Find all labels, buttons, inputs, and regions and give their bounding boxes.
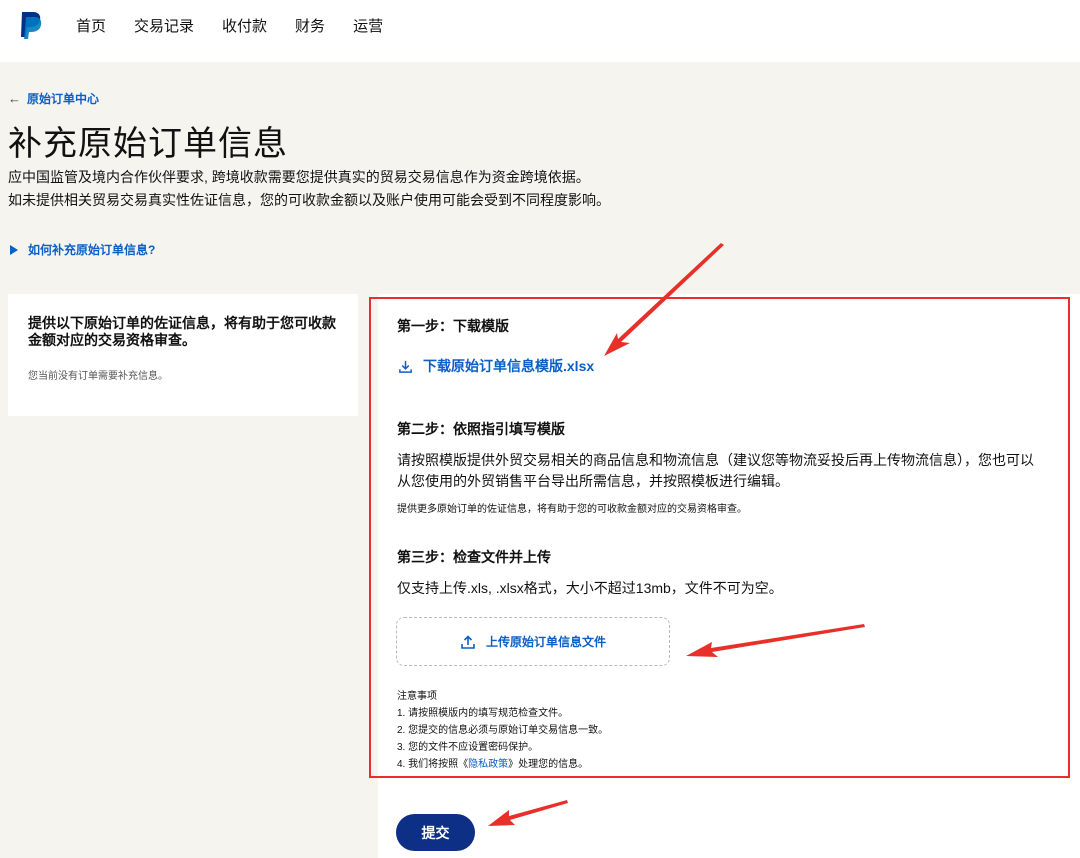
nav-item-operations[interactable]: 运营 [353,15,383,36]
main-nav: 首页 交易记录 收付款 财务 运营 [76,15,383,36]
annotation-highlight-box [369,297,1070,778]
triangle-right-icon [10,244,18,255]
info-card-heading: 提供以下原始订单的佐证信息，将有助于您可收款金额对应的交易资格审查。 [28,315,336,348]
page-title: 补充原始订单信息 [8,125,288,163]
info-card-status: 您当前没有订单需要补充信息。 [28,371,168,382]
nav-item-home[interactable]: 首页 [76,15,106,36]
description-line-2: 如未提供相关贸易交易真实性佐证信息，您的可收款金额以及账户使用可能会受到不同程度… [8,192,610,208]
info-card: 提供以下原始订单的佐证信息，将有助于您可收款金额对应的交易资格审查。 您当前没有… [8,294,358,416]
top-navigation-bar: 首页 交易记录 收付款 财务 运营 [0,0,1080,62]
nav-item-transactions[interactable]: 交易记录 [134,15,194,36]
arrow-left-icon: ← [8,91,21,106]
nav-item-payments[interactable]: 收付款 [222,15,267,36]
description-line-1: 应中国监管及境内合作伙伴要求, 跨境收款需要您提供真实的贸易交易信息作为资金跨境… [8,169,590,185]
howto-expander[interactable]: 如何补充原始订单信息? [10,241,155,258]
paypal-logo[interactable] [18,10,44,40]
submit-button[interactable]: 提交 [396,814,475,851]
page-description: 应中国监管及境内合作伙伴要求, 跨境收款需要您提供真实的贸易交易信息作为资金跨境… [8,166,610,212]
back-link-label: 原始订单中心 [27,92,100,106]
back-link[interactable]: ← 原始订单中心 [8,90,99,107]
nav-item-finance[interactable]: 财务 [295,15,325,36]
howto-link: 如何补充原始订单信息? [28,243,156,257]
